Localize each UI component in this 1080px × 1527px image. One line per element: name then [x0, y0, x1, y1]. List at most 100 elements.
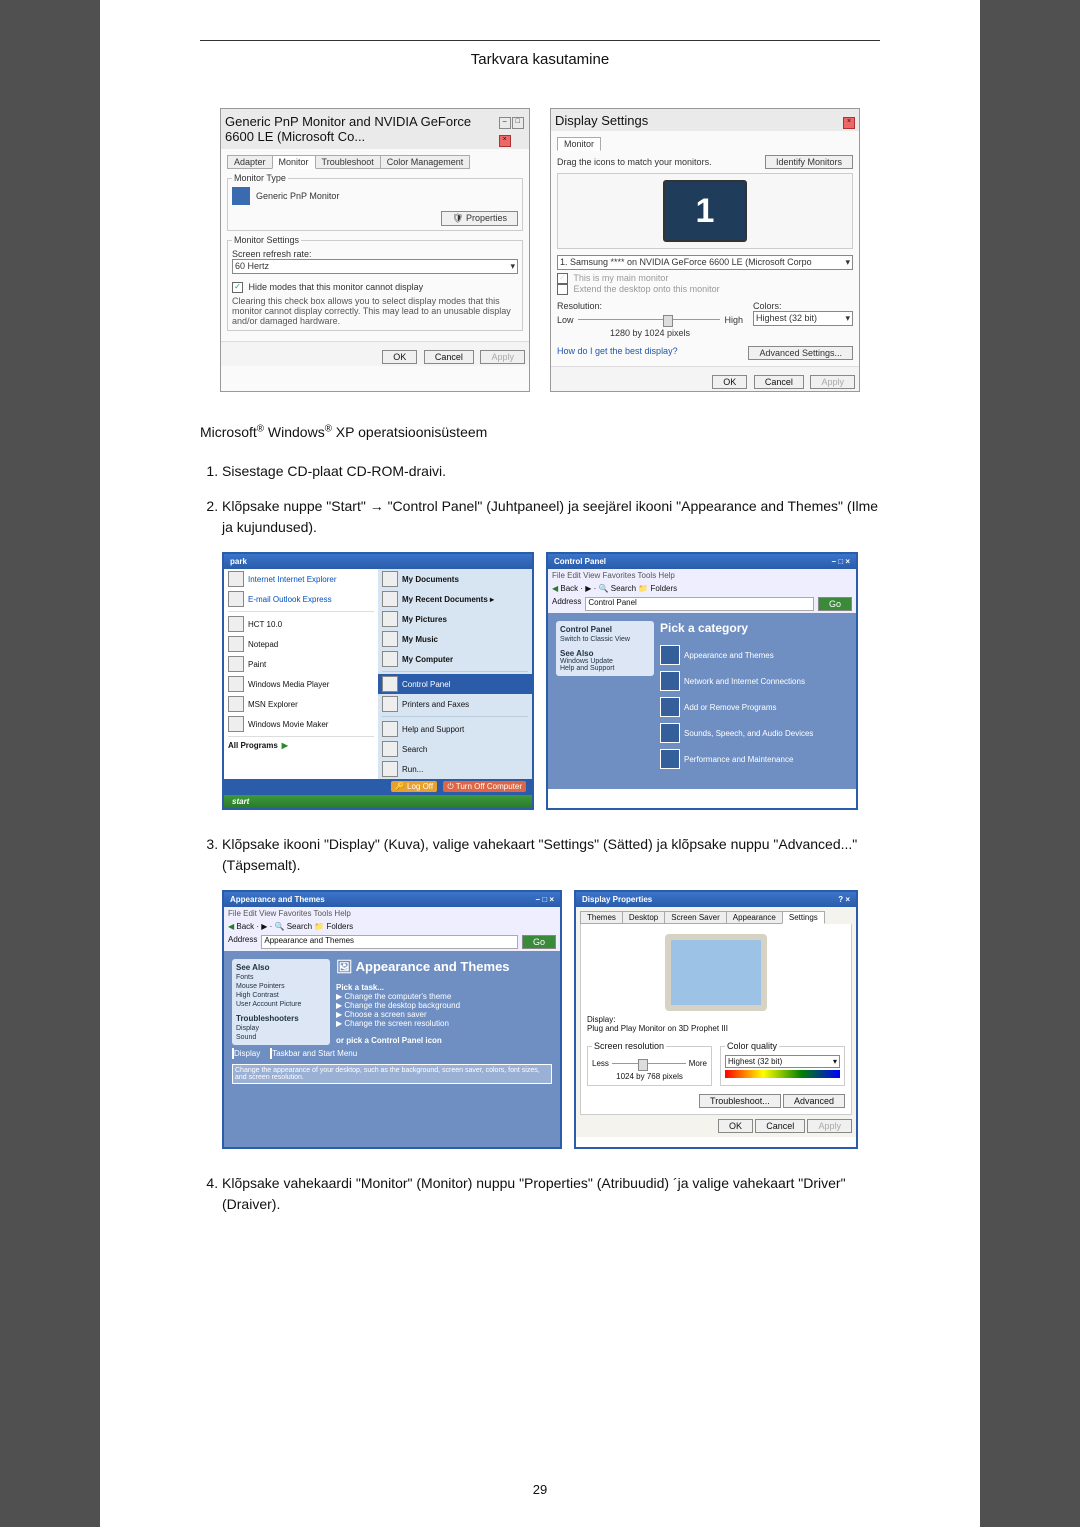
screenshot-monitor-properties: Generic PnP Monitor and NVIDIA GeForce 6…	[220, 108, 530, 392]
ok-button[interactable]: OK	[712, 375, 747, 389]
resolution-slider[interactable]	[612, 1063, 686, 1064]
tab-screensaver[interactable]: Screen Saver	[664, 911, 726, 924]
close-icon[interactable]: ×	[843, 117, 855, 129]
start-button[interactable]: start	[224, 795, 532, 808]
monitor-1-icon[interactable]: 1	[663, 180, 747, 242]
tab-desktop[interactable]: Desktop	[622, 911, 665, 924]
tab-monitor[interactable]: Monitor	[557, 137, 601, 151]
device-select[interactable]: 1. Samsung **** on NVIDIA GeForce 6600 L…	[557, 255, 853, 270]
mail-icon	[228, 591, 244, 607]
apply-button[interactable]: Apply	[807, 1119, 852, 1133]
group-monitor-settings: Monitor Settings	[232, 235, 301, 245]
tab-troubleshoot[interactable]: Troubleshoot	[315, 155, 381, 169]
best-display-link[interactable]: How do I get the best display?	[557, 346, 678, 360]
start-item-email[interactable]: E-mail Outlook Express	[224, 589, 378, 609]
cancel-button[interactable]: Cancel	[754, 375, 804, 389]
cancel-button[interactable]: Cancel	[424, 350, 474, 364]
refresh-rate-label: Screen refresh rate:	[232, 249, 518, 259]
help-support[interactable]: Help and Support	[378, 719, 532, 739]
cancel-button[interactable]: Cancel	[755, 1119, 805, 1133]
my-music[interactable]: My Music	[378, 629, 532, 649]
cat-add-remove[interactable]: Add or Remove Programs	[660, 697, 848, 717]
folder-icon	[382, 591, 398, 607]
tab-color-mgmt[interactable]: Color Management	[380, 155, 471, 169]
tab-adapter[interactable]: Adapter	[227, 155, 273, 169]
advanced-settings-button[interactable]: Advanced Settings...	[748, 346, 853, 360]
color-bar	[725, 1070, 840, 1078]
screenshot-appearance-themes: Appearance and Themes– □ × File Edit Vie…	[222, 890, 562, 1149]
color-quality-select[interactable]: Highest (32 bit)▾	[725, 1055, 840, 1068]
hide-modes-checkbox[interactable]: ✓	[232, 282, 243, 293]
address-bar[interactable]: Control Panel	[585, 597, 814, 611]
apply-button[interactable]: Apply	[480, 350, 525, 364]
window-title: Control Panel	[554, 557, 606, 566]
turn-off-button[interactable]: ⏻ Turn Off Computer	[443, 781, 526, 792]
resolution-label: Resolution:	[557, 301, 743, 311]
start-item-moviemaker[interactable]: Windows Movie Maker	[224, 714, 378, 734]
close-icon[interactable]: ×	[499, 135, 511, 147]
tab-appearance[interactable]: Appearance	[726, 911, 783, 924]
ok-button[interactable]: OK	[718, 1119, 753, 1133]
start-item-notepad[interactable]: Notepad	[224, 634, 378, 654]
cat-appearance-themes[interactable]: Appearance and Themes	[660, 645, 848, 665]
my-computer[interactable]: My Computer	[378, 649, 532, 669]
cat-network[interactable]: Network and Internet Connections	[660, 671, 848, 691]
hide-modes-desc: Clearing this check box allows you to se…	[232, 296, 518, 326]
step-3: Klõpsake ikooni "Display" (Kuva), valige…	[222, 834, 880, 876]
start-item-internet[interactable]: Internet Internet Explorer	[224, 569, 378, 589]
search-icon	[382, 741, 398, 757]
drag-instruction: Drag the icons to match your monitors.	[557, 157, 712, 167]
tab-settings[interactable]: Settings	[782, 911, 825, 924]
extend-desktop-checkbox	[557, 284, 568, 295]
resolution-value: 1024 by 768 pixels	[592, 1072, 707, 1081]
display-value: Plug and Play Monitor on 3D Prophet III	[587, 1024, 728, 1033]
search-item[interactable]: Search	[378, 739, 532, 759]
colors-select[interactable]: Highest (32 bit)▾	[753, 311, 853, 326]
control-panel-icon	[382, 676, 398, 692]
cp-side-panel: Control Panel Switch to Classic View See…	[556, 621, 654, 676]
control-panel-item[interactable]: Control Panel	[378, 674, 532, 694]
appearance-icon	[660, 645, 680, 665]
monitor-name: Generic PnP Monitor	[256, 191, 339, 201]
page-number: 29	[100, 1482, 980, 1497]
resolution-slider[interactable]	[578, 319, 721, 320]
identify-monitors-button[interactable]: Identify Monitors	[765, 155, 853, 169]
cat-perf[interactable]: Performance and Maintenance	[660, 749, 848, 769]
display-cpl-icon[interactable]: Display	[232, 1049, 260, 1058]
steps-list: Sisestage CD-plaat CD-ROM-draivi. Klõpsa…	[200, 461, 880, 538]
tab-monitor[interactable]: Monitor	[272, 155, 316, 169]
properties-button[interactable]: 🛡 Properties	[441, 211, 518, 226]
start-all-programs[interactable]: All Programs ▶	[224, 739, 378, 752]
run-item[interactable]: Run...	[378, 759, 532, 779]
os-heading: Microsoft® Windows® XP operatsioonisüste…	[200, 422, 880, 443]
log-off-button[interactable]: 🔑 Log Off	[391, 781, 437, 792]
arrow-right-icon: ▶	[282, 741, 288, 750]
cat-sounds[interactable]: Sounds, Speech, and Audio Devices	[660, 723, 848, 743]
back-icon[interactable]: ◀	[552, 584, 558, 593]
start-item-wmp[interactable]: Windows Media Player	[224, 674, 378, 694]
ok-button[interactable]: OK	[382, 350, 417, 364]
start-item-hct[interactable]: HCT 10.0	[224, 614, 378, 634]
advanced-button[interactable]: Advanced	[783, 1094, 845, 1108]
refresh-rate-select[interactable]: 60 Hertz▾	[232, 259, 518, 274]
start-item-msn[interactable]: MSN Explorer	[224, 694, 378, 714]
my-documents[interactable]: My Documents	[378, 569, 532, 589]
forward-icon: ▶	[585, 584, 591, 593]
printers-faxes[interactable]: Printers and Faxes	[378, 694, 532, 714]
help-icon	[382, 721, 398, 737]
folder-icon	[382, 631, 398, 647]
ie-icon	[228, 571, 244, 587]
troubleshoot-button[interactable]: Troubleshoot...	[699, 1094, 781, 1108]
taskbar-cpl-icon[interactable]: Taskbar and Start Menu	[270, 1049, 357, 1058]
start-item-paint[interactable]: Paint	[224, 654, 378, 674]
dialog-title: Display Properties	[582, 895, 652, 904]
tab-themes[interactable]: Themes	[580, 911, 623, 924]
my-pictures[interactable]: My Pictures	[378, 609, 532, 629]
resolution-value: 1280 by 1024 pixels	[557, 328, 743, 338]
go-button[interactable]: Go	[818, 597, 852, 611]
my-recent-documents[interactable]: My Recent Documents ▸	[378, 589, 532, 609]
apply-button[interactable]: Apply	[810, 375, 855, 389]
printer-icon	[382, 696, 398, 712]
side-panel: See AlsoFontsMouse PointersHigh Contrast…	[232, 959, 330, 1045]
screenshot-start-menu: park Internet Internet Explorer E-mail O…	[222, 552, 534, 810]
